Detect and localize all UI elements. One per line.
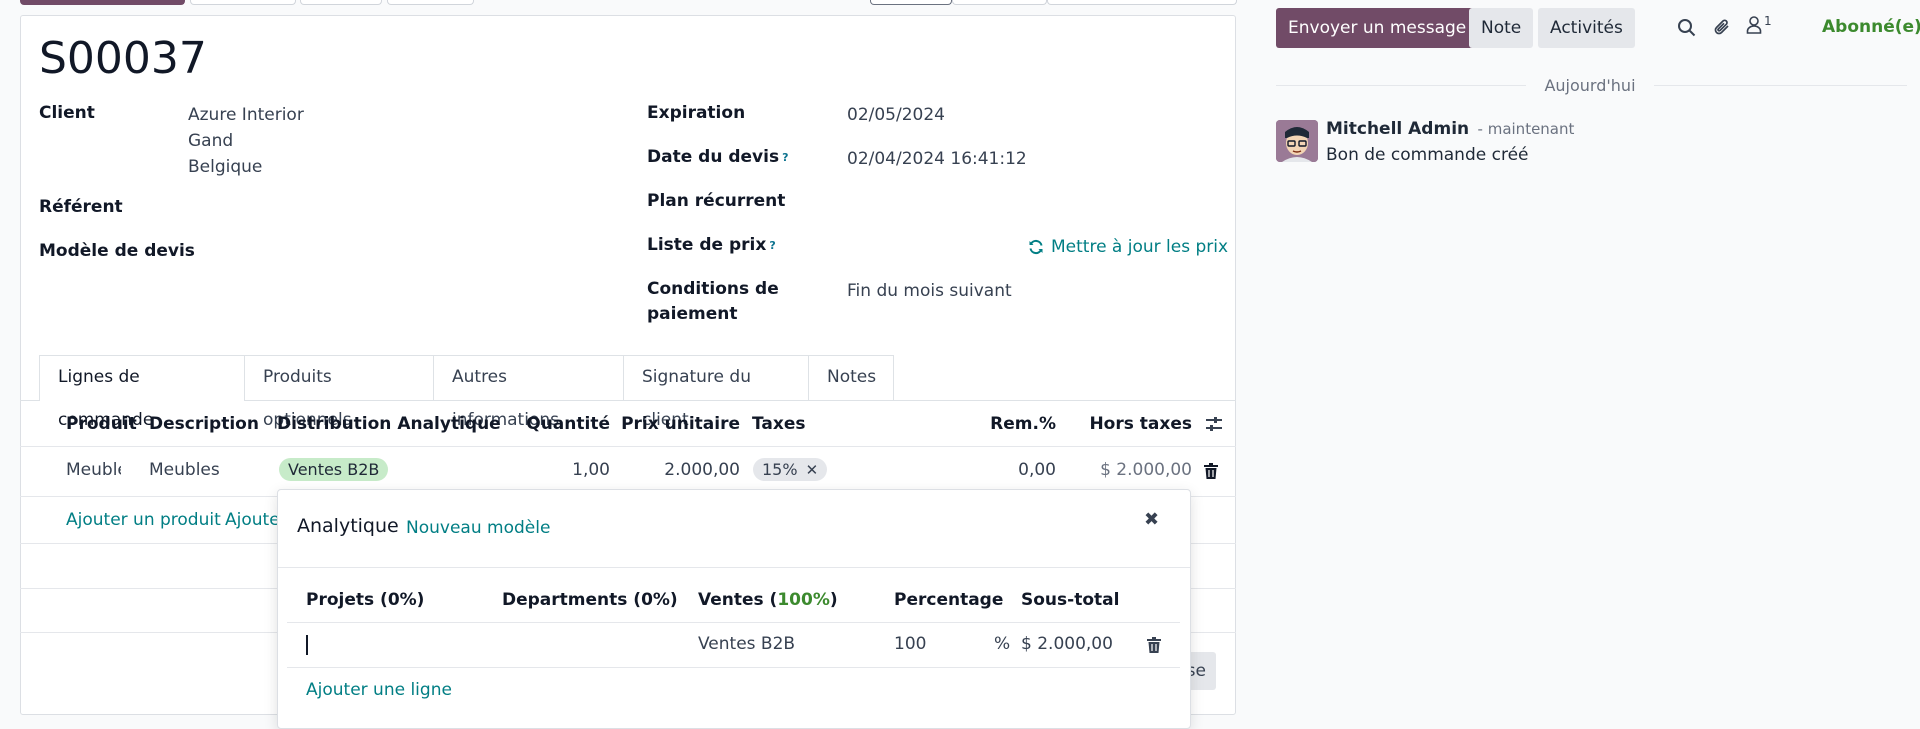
add-line-link[interactable]: Ajouter une ligne — [306, 680, 452, 700]
subtotal-cell: $ 2.000,00 — [1100, 460, 1192, 480]
new-model-link[interactable]: Nouveau modèle — [406, 518, 550, 538]
column-analytic-distribution[interactable]: Distribution Analytique — [277, 414, 501, 434]
activities-button[interactable]: Activités — [1538, 8, 1635, 48]
distribution-subtotal: $ 2.000,00 — [1021, 634, 1113, 654]
client-address[interactable]: Azure Interior Gand Belgique — [188, 102, 304, 180]
record-title: S00037 — [39, 33, 207, 84]
quantity-cell[interactable]: 1,00 — [510, 460, 610, 480]
plan-sales-percent: 100% — [777, 590, 830, 610]
refresh-icon — [1028, 239, 1044, 255]
column-taxes[interactable]: Taxes — [752, 414, 806, 434]
primary-action-button[interactable] — [20, 0, 185, 5]
tab-other-info[interactable]: Autres informations — [434, 355, 624, 430]
search-icon[interactable] — [1677, 18, 1696, 41]
payment-terms-field[interactable]: Fin du mois suivant — [847, 278, 1012, 304]
column-quantity[interactable]: Quantité — [510, 414, 610, 434]
column-description[interactable]: Description — [149, 414, 259, 434]
add-product-link[interactable]: Ajouter un produit — [66, 510, 221, 530]
status-step[interactable] — [952, 0, 1047, 5]
tab-optional-products[interactable]: Produits optionnels — [245, 355, 434, 430]
help-tooltip-icon[interactable]: ? — [782, 151, 788, 164]
column-settings-icon[interactable] — [1205, 415, 1223, 437]
tab-notes[interactable]: Notes — [809, 355, 894, 400]
date-separator-line — [1654, 85, 1907, 86]
follow-status-button[interactable]: Abonné(e) — [1822, 17, 1920, 37]
column-unit-price[interactable]: Prix unitaire — [620, 414, 740, 434]
projects-input[interactable] — [306, 635, 308, 655]
toolbar-button[interactable] — [387, 0, 474, 5]
update-prices-button[interactable]: Mettre à jour les prix — [1028, 234, 1228, 260]
analytic-tag[interactable]: Ventes B2B — [279, 458, 389, 481]
quote-date-label: Date du devis? — [647, 147, 789, 167]
follower-count: 1 — [1764, 14, 1772, 28]
column-product[interactable]: Produit — [66, 414, 137, 434]
popover-row-divider — [287, 667, 1180, 668]
column-discount[interactable]: Rem.% — [960, 414, 1056, 434]
table-header-divider — [20, 446, 1236, 447]
message-body: Bon de commande créé — [1326, 145, 1529, 165]
client-city: Gand — [188, 131, 234, 151]
client-country: Belgique — [188, 157, 263, 177]
message-time: - maintenant — [1477, 120, 1575, 138]
remove-tag-icon[interactable]: ✕ — [806, 461, 819, 479]
paperclip-icon[interactable] — [1713, 17, 1731, 41]
subtotal-header: Sous-total — [1021, 590, 1120, 610]
status-step[interactable] — [1047, 0, 1237, 5]
unit-price-cell[interactable]: 2.000,00 — [620, 460, 740, 480]
referent-label: Référent — [39, 197, 123, 217]
percentage-header: Percentage — [894, 590, 1004, 610]
quote-template-label: Modèle de devis — [39, 241, 195, 261]
plan-departments-header: Departments (0%) — [502, 590, 678, 610]
message-author[interactable]: Mitchell Admin — [1326, 119, 1469, 139]
log-note-button[interactable]: Note — [1469, 8, 1534, 48]
send-message-button[interactable]: Envoyer un message — [1276, 8, 1479, 48]
analytic-popover: Analytique Nouveau modèle ✖ Projets (0%)… — [277, 489, 1191, 729]
payment-terms-label: Conditions de paiement — [647, 279, 779, 324]
popover-row-divider — [287, 622, 1180, 623]
tab-customer-signature[interactable]: Signature du client — [624, 355, 809, 430]
product-cell[interactable]: Meuble — [66, 460, 121, 480]
message-header: Mitchell Admin - maintenant — [1326, 119, 1574, 139]
pricelist-label: Liste de prix? — [647, 235, 776, 255]
delete-line-icon[interactable] — [1147, 637, 1161, 657]
tax-tag[interactable]: 15% ✕ — [753, 458, 828, 481]
sales-account-cell[interactable]: Ventes B2B — [698, 634, 795, 654]
close-icon[interactable]: ✖ — [1144, 509, 1159, 530]
recurring-plan-label: Plan récurrent — [647, 191, 786, 211]
tab-order-lines[interactable]: Lignes de commande — [39, 355, 245, 430]
status-step-active[interactable] — [870, 0, 952, 5]
quote-date-field[interactable]: 02/04/2024 16:41:12 — [847, 146, 1027, 172]
client-name: Azure Interior — [188, 105, 304, 125]
date-separator-line — [1276, 85, 1526, 86]
description-cell[interactable]: Meubles — [149, 460, 220, 480]
popover-title: Analytique — [297, 515, 399, 537]
expiration-label: Expiration — [647, 103, 746, 123]
client-label: Client — [39, 103, 95, 123]
percent-sign: % — [994, 634, 1011, 654]
delete-row-icon[interactable] — [1204, 463, 1218, 483]
percentage-input[interactable]: 100 — [894, 634, 926, 654]
column-subtotal[interactable]: Hors taxes — [1072, 414, 1192, 434]
help-tooltip-icon[interactable]: ? — [769, 239, 775, 252]
discount-cell[interactable]: 0,00 — [960, 460, 1056, 480]
toolbar-button[interactable] — [190, 0, 296, 5]
expiration-field[interactable]: 02/05/2024 — [847, 102, 945, 128]
popover-header-divider — [278, 567, 1190, 568]
date-separator: Aujourd'hui — [1544, 76, 1636, 95]
plan-sales-header: Ventes (100%) — [698, 590, 838, 610]
avatar[interactable] — [1276, 120, 1318, 162]
followers-icon[interactable]: 1 — [1746, 14, 1772, 34]
plan-projects-header: Projets (0%) — [306, 590, 425, 610]
toolbar-button[interactable] — [300, 0, 382, 5]
